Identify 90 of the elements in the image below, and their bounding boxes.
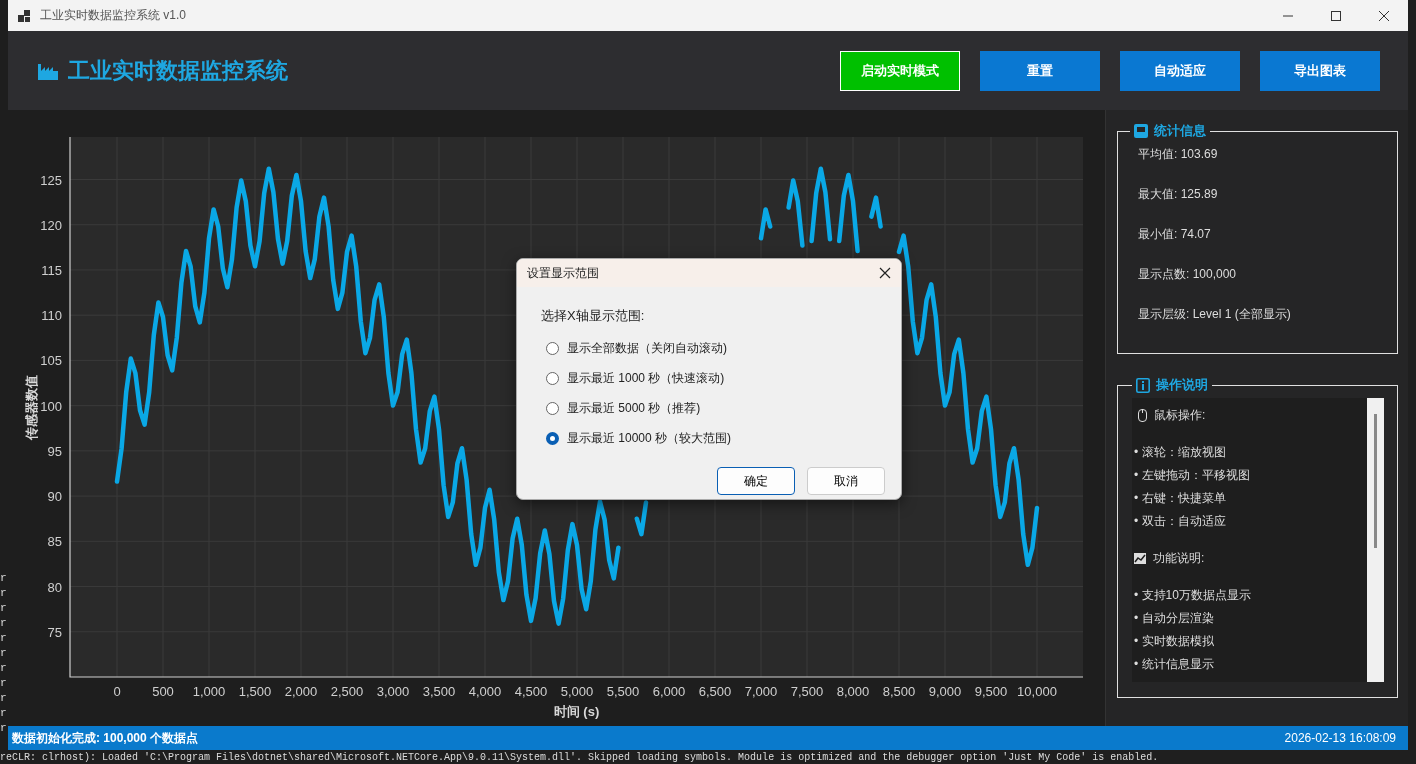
background-text: r xyxy=(0,662,8,674)
y-tick-label: 115 xyxy=(41,262,62,278)
y-tick-label: 125 xyxy=(40,172,62,188)
help-heading: 鼠标操作: xyxy=(1154,407,1206,424)
x-tick-label: 6,000 xyxy=(652,684,686,699)
y-tick-label: 80 xyxy=(47,579,62,595)
y-tick-label: 120 xyxy=(40,217,62,233)
x-tick-label: 4,000 xyxy=(468,684,502,699)
background-text: r xyxy=(0,677,8,689)
dialog-prompt: 选择X轴显示范围: xyxy=(541,307,646,325)
help-text: • 右键：快捷菜单 xyxy=(1134,490,1227,507)
x-tick-label: 3,500 xyxy=(422,684,456,699)
toolbar-button[interactable]: 导出图表 xyxy=(1260,50,1380,91)
maximize-icon[interactable] xyxy=(1330,9,1342,22)
status-time: 2026-02-13 16:08:09 xyxy=(1284,731,1396,745)
option-label[interactable]: 显示最近 1000 秒（快速滚动) xyxy=(567,369,725,387)
scrollbar[interactable] xyxy=(1367,398,1384,682)
option-label[interactable]: 显示最近 10000 秒（较大范围) xyxy=(567,429,732,447)
stat-text: 显示层级: Level 1 (全部显示) xyxy=(1137,306,1292,323)
stat-text: 最小值: 74.07 xyxy=(1137,226,1212,243)
background-text: r xyxy=(0,707,8,719)
y-tick-label: 95 xyxy=(47,443,62,459)
help-text: • 滚轮：缩放视图 xyxy=(1134,444,1227,461)
help-text: • 支持10万数据点显示 xyxy=(1134,587,1252,604)
y-tick-label: 105 xyxy=(40,353,62,369)
window-title: 工业实时数据监控系统 v1.0 xyxy=(40,7,186,24)
help-text: • 左键拖动：平移视图 xyxy=(1134,467,1251,484)
background-text: r xyxy=(0,617,8,629)
app-title: 工业实时数据监控系统 xyxy=(68,56,288,85)
x-tick-label: 7,000 xyxy=(744,684,778,699)
close-icon[interactable] xyxy=(879,267,891,279)
stat-text: 最大值: 125.89 xyxy=(1137,186,1219,203)
stat-text: 显示点数: 100,000 xyxy=(1137,266,1238,283)
x-tick-label: 7,500 xyxy=(790,684,824,699)
status-message: 数据初始化完成: 100,000 个数据点 xyxy=(12,729,199,747)
background-text: r xyxy=(0,572,8,584)
option-label[interactable]: 显示最近 5000 秒（推荐) xyxy=(567,399,701,417)
background-text: r xyxy=(0,587,8,599)
help-heading: 功能说明: xyxy=(1153,550,1205,567)
info-icon xyxy=(1136,377,1150,393)
toolbar-button[interactable]: 重置 xyxy=(980,50,1100,91)
mouse-icon xyxy=(1138,409,1147,422)
dialog-button[interactable]: 取消 xyxy=(807,467,885,495)
x-tick-label: 500 xyxy=(152,684,174,699)
y-axis-title: 传感器数值 xyxy=(24,374,39,440)
stat-text: 平均值: 103.69 xyxy=(1137,146,1219,163)
x-tick-label: 8,500 xyxy=(882,684,916,699)
x-tick-label: 3,000 xyxy=(376,684,410,699)
close-icon[interactable] xyxy=(1378,9,1390,22)
dialog-button[interactable]: 确定 xyxy=(717,467,795,495)
panel-title: 操作说明 xyxy=(1156,376,1208,394)
factory-icon xyxy=(38,61,58,80)
option-label[interactable]: 显示全部数据（关闭自动滚动) xyxy=(567,339,727,357)
output-text: reCLR: clrhost): Loaded 'C:\Program Files\dotnet\shared\Microsoft.NETCore.App\9.0.11\System.dll'. Skipped loading symbols. Module is optimized and the debugger option 'Just My Code' is enabled. xyxy=(0,751,1159,764)
x-tick-label: 5,000 xyxy=(560,684,594,699)
x-tick-label: 0 xyxy=(113,684,121,699)
help-text: • 实时数据模拟 xyxy=(1134,633,1215,650)
app-icon xyxy=(18,9,30,22)
x-tick-label: 5,500 xyxy=(606,684,640,699)
x-tick-label: 6,500 xyxy=(698,684,732,699)
background-text: r xyxy=(0,602,8,614)
radio-button[interactable] xyxy=(546,431,559,445)
x-axis-title: 时间 (s) xyxy=(553,704,600,719)
y-tick-label: 75 xyxy=(47,624,62,640)
y-tick-label: 85 xyxy=(47,534,62,550)
x-tick-label: 8,000 xyxy=(836,684,870,699)
panel-title: 统计信息 xyxy=(1154,122,1206,140)
x-tick-label: 9,000 xyxy=(928,684,962,699)
x-tick-label: 9,500 xyxy=(974,684,1008,699)
radio-button[interactable] xyxy=(546,341,559,355)
y-tick-label: 110 xyxy=(41,308,62,324)
x-tick-label: 1,000 xyxy=(192,684,226,699)
x-tick-label: 2,500 xyxy=(330,684,364,699)
radio-button[interactable] xyxy=(546,371,559,385)
radio-button[interactable] xyxy=(546,401,559,415)
background-text: r xyxy=(0,692,8,704)
help-text: • 双击：自动适应 xyxy=(1134,513,1227,530)
y-tick-label: 100 xyxy=(40,398,62,414)
toolbar-button[interactable]: 自动适应 xyxy=(1120,50,1240,91)
x-tick-label: 10,000 xyxy=(1017,684,1057,699)
dialog-title: 设置显示范围 xyxy=(527,264,599,282)
help-text: • 统计信息显示 xyxy=(1134,656,1215,673)
background-text: r xyxy=(0,647,8,659)
background-text: r xyxy=(0,722,8,734)
x-tick-label: 4,500 xyxy=(514,684,548,699)
background-text: r xyxy=(0,632,8,644)
help-text: • 自动分层渲染 xyxy=(1134,610,1215,627)
x-tick-label: 2,000 xyxy=(284,684,318,699)
y-tick-label: 90 xyxy=(47,489,62,505)
x-tick-label: 1,500 xyxy=(238,684,272,699)
